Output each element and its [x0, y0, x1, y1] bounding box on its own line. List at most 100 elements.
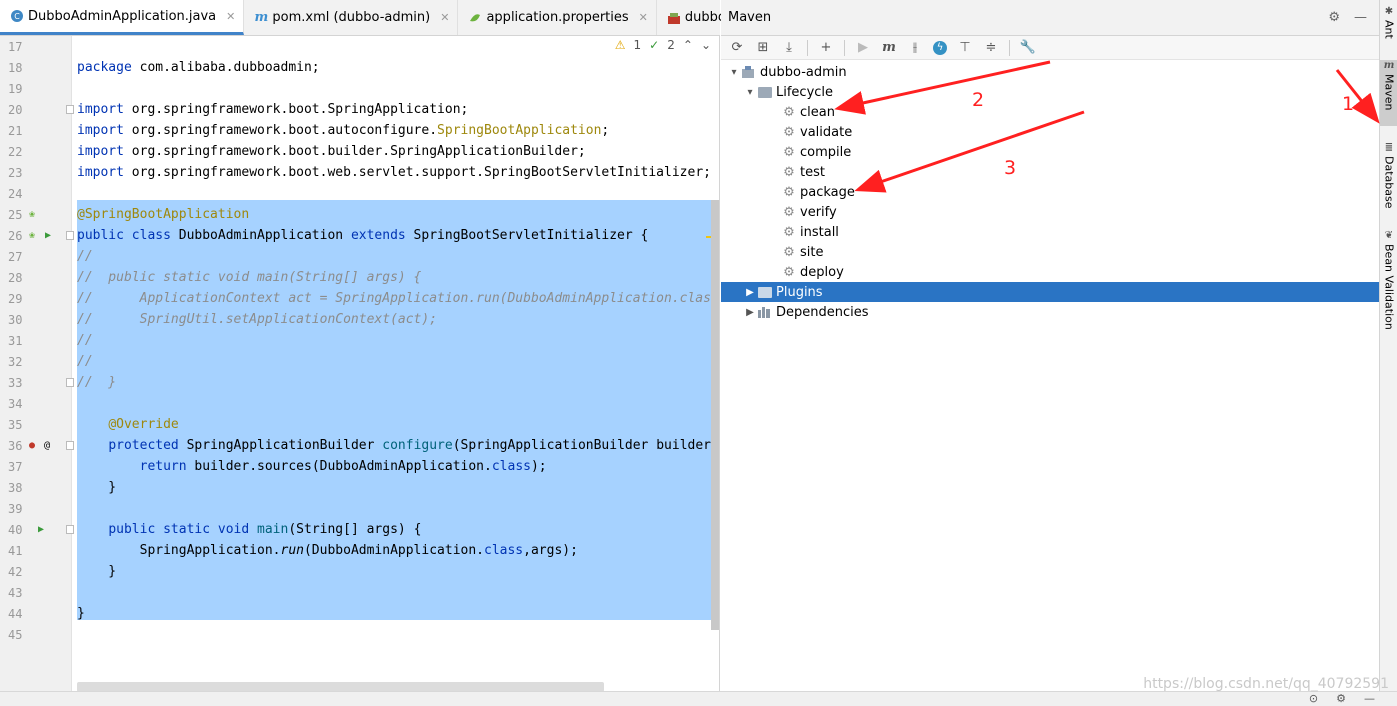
- fold-marker-icon[interactable]: [66, 441, 74, 450]
- tree-node-lifecycle[interactable]: ▾ Lifecycle: [721, 82, 1379, 102]
- code-token: org.springframework.boot.SpringApplicati…: [123, 102, 469, 117]
- tab-application-properties[interactable]: application.properties ✕: [458, 0, 657, 35]
- code-line: 35 @Override: [0, 414, 719, 435]
- code-token: run: [280, 543, 304, 558]
- stripe-database[interactable]: ≣ Database: [1380, 142, 1397, 209]
- code-line: 39: [0, 498, 719, 519]
- code-text: import org.springframework.boot.builder.…: [77, 144, 586, 159]
- code-token: extends: [350, 228, 406, 243]
- chevron-down-icon[interactable]: ▾: [743, 87, 757, 98]
- spring-bean-icon[interactable]: ❀: [29, 209, 35, 220]
- code-token: //: [77, 354, 93, 369]
- code-token: (String[] args) {: [288, 522, 422, 537]
- line-number: 17: [8, 39, 23, 54]
- minimize-icon[interactable]: —: [1354, 10, 1367, 25]
- lifecycle-goal-site[interactable]: ⚙ site: [721, 242, 1379, 262]
- plus-icon[interactable]: +: [818, 40, 834, 56]
- code-line: 40 public static void main(String[] args…: [0, 519, 719, 540]
- project-name: dubbo-admin: [760, 64, 847, 80]
- run-icon[interactable]: ▶: [855, 40, 871, 56]
- fold-marker-icon[interactable]: [66, 231, 74, 240]
- fold-marker-icon[interactable]: [66, 105, 74, 114]
- show-dependencies-icon[interactable]: ⊤: [957, 40, 973, 56]
- run-gutter-icon[interactable]: ▶: [45, 230, 51, 241]
- line-number: 29: [8, 291, 23, 306]
- spring-bean-icon[interactable]: ❀: [29, 230, 35, 241]
- code-text: // SpringUtil.setApplicationContext(act)…: [77, 312, 437, 327]
- wrench-icon[interactable]: 🔧: [1020, 40, 1036, 56]
- code-text: @Override: [77, 417, 178, 432]
- lifecycle-goal-validate[interactable]: ⚙ validate: [721, 122, 1379, 142]
- close-icon[interactable]: ✕: [226, 10, 235, 23]
- lifecycle-goal-verify[interactable]: ⚙ verify: [721, 202, 1379, 222]
- tree-node-project[interactable]: ▾ dubbo-admin: [721, 62, 1379, 82]
- lifecycle-goal-clean[interactable]: ⚙ clean: [721, 102, 1379, 122]
- lifecycle-goal-install[interactable]: ⚙ install: [721, 222, 1379, 242]
- gear-icon[interactable]: ⚙: [1328, 10, 1340, 25]
- line-number: 39: [8, 501, 23, 516]
- code-text: public static void main(String[] args) {: [77, 522, 421, 537]
- code-editor[interactable]: ⚠ 1 ✓ 2 ⌃ ⌄ 17 18 package com.alibaba.dubb…: [0, 36, 720, 706]
- run-gutter-icon[interactable]: ▶: [38, 524, 44, 535]
- minimize-icon[interactable]: —: [1364, 692, 1375, 705]
- lifecycle-goal-deploy[interactable]: ⚙ deploy: [721, 262, 1379, 282]
- code-line: 33 // }: [0, 372, 719, 393]
- tab-dubbo-admin-application[interactable]: C DubboAdminApplication.java ✕: [0, 0, 245, 35]
- ant-icon: ✱: [1384, 6, 1394, 17]
- tree-node-plugins[interactable]: ▶ Plugins: [721, 282, 1379, 302]
- code-line: 25 @SpringBootApplication ❀: [0, 204, 719, 225]
- lifecycle-goal-package[interactable]: ⚙ package: [721, 182, 1379, 202]
- lifecycle-goal-compile[interactable]: ⚙ compile: [721, 142, 1379, 162]
- chevron-down-icon[interactable]: ▾: [727, 67, 741, 78]
- annotation-label-3: 3: [1004, 157, 1017, 179]
- code-token: DubboAdminApplication: [170, 228, 351, 243]
- stripe-maven[interactable]: m Maven: [1380, 60, 1397, 126]
- gear-icon: ⚙: [783, 104, 795, 120]
- code-text: import org.springframework.boot.SpringAp…: [77, 102, 468, 117]
- skip-tests-icon[interactable]: ϟ: [933, 40, 947, 55]
- code-token: class: [484, 543, 524, 558]
- stripe-ant[interactable]: ✱ Ant: [1380, 6, 1397, 39]
- line-number: 37: [8, 459, 23, 474]
- editor-tab-bar: C DubboAdminApplication.java ✕ m pom.xml…: [0, 0, 785, 36]
- add-folder-icon[interactable]: ⊞: [755, 40, 771, 56]
- goal-label: compile: [800, 144, 852, 160]
- tree-node-dependencies[interactable]: ▶ Dependencies: [721, 302, 1379, 322]
- collapse-all-icon[interactable]: ≑: [983, 40, 999, 56]
- code-text: @SpringBootApplication: [77, 207, 249, 222]
- line-number: 18: [8, 60, 23, 75]
- chevron-right-icon[interactable]: ▶: [743, 287, 757, 298]
- line-number: 23: [8, 165, 23, 180]
- gear-icon: ⚙: [783, 164, 795, 180]
- code-line: 23 import org.springframework.boot.web.se…: [0, 162, 719, 183]
- reload-icon[interactable]: ⟳: [729, 40, 745, 56]
- stripe-bean-validation[interactable]: ❦ Bean Validation: [1380, 230, 1397, 330]
- fold-marker-icon[interactable]: [66, 378, 74, 387]
- fold-marker-icon[interactable]: [66, 525, 74, 534]
- lifecycle-goal-test[interactable]: ⚙ test: [721, 162, 1379, 182]
- override-icon[interactable]: ●: [29, 440, 35, 451]
- execute-maven-goal-icon[interactable]: m: [881, 40, 897, 56]
- close-icon[interactable]: ✕: [639, 11, 648, 24]
- code-text: import org.springframework.boot.web.serv…: [77, 165, 711, 180]
- toggle-offline-icon[interactable]: ⫲: [907, 40, 923, 56]
- close-icon[interactable]: ✕: [440, 11, 449, 24]
- code-line: 42 }: [0, 561, 719, 582]
- line-number: 42: [8, 564, 23, 579]
- code-line: 30 // SpringUtil.setApplicationContext(ac…: [0, 309, 719, 330]
- settings-gear-icon[interactable]: ⚙: [1336, 692, 1346, 705]
- code-line: 19: [0, 78, 719, 99]
- download-icon[interactable]: ⤓: [781, 40, 797, 56]
- code-token: ,args);: [523, 543, 578, 558]
- code-token: SpringApplication.: [77, 543, 281, 558]
- module-icon: [667, 11, 681, 25]
- chevron-right-icon[interactable]: ▶: [743, 307, 757, 318]
- tab-pom-xml[interactable]: m pom.xml (dubbo-admin) ✕: [244, 0, 459, 35]
- dependencies-icon: [757, 305, 773, 319]
- code-token: import: [77, 165, 124, 180]
- tab-label: DubboAdminApplication.java: [28, 8, 217, 24]
- event-log-icon[interactable]: ⊙: [1309, 692, 1318, 705]
- vertical-scrollbar[interactable]: [711, 200, 719, 630]
- code-line: 17: [0, 36, 719, 57]
